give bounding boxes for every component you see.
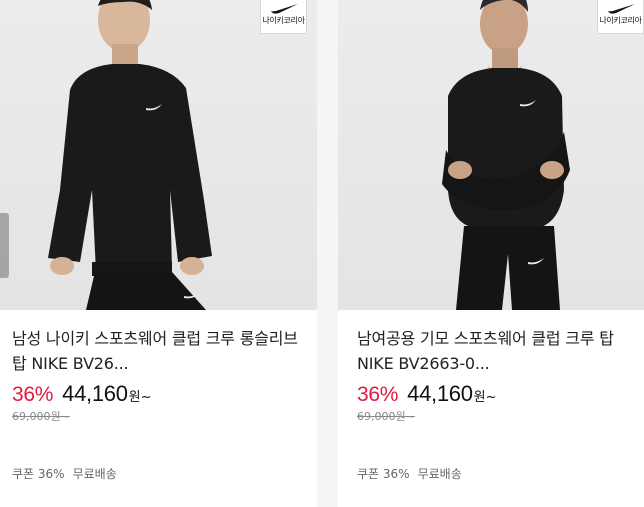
price-row: 36% 44,160 원~ xyxy=(12,381,309,407)
product-title[interactable]: 남성 나이키 스포츠웨어 클럽 크루 롱슬리브 탑 NIKE BV26... xyxy=(12,326,309,376)
price-row: 36% 44,160 원~ xyxy=(357,381,636,407)
price-unit: 원~ xyxy=(128,390,152,405)
brand-badge-label: 나이키코리아 xyxy=(262,16,305,25)
coupon-tag: 쿠폰 36% xyxy=(357,467,410,481)
product-card[interactable]: 나이키코리아 남여공용 기모 스포츠웨어 클럽 크루 탑 NIKE BV2663… xyxy=(338,0,644,507)
carousel-prev-handle[interactable] xyxy=(0,213,9,278)
product-image[interactable]: 나이키코리아 xyxy=(338,0,644,310)
discount-rate: 36% xyxy=(357,383,399,406)
coupon-tag: 쿠폰 36% xyxy=(12,467,65,481)
discount-rate: 36% xyxy=(12,383,54,406)
benefit-tags: 쿠폰 36% 무료배송 xyxy=(357,465,462,482)
brand-badge: 나이키코리아 xyxy=(260,0,307,34)
sale-price: 44,160 xyxy=(62,381,128,406)
benefit-tags: 쿠폰 36% 무료배송 xyxy=(12,465,117,482)
price-unit: 원~ xyxy=(473,390,497,405)
free-shipping-tag: 무료배송 xyxy=(72,467,117,481)
brand-badge-label: 나이키코리아 xyxy=(599,16,642,25)
model-photo xyxy=(48,0,212,310)
product-info: 남여공용 기모 스포츠웨어 클럽 크루 탑 NIKE BV2663-0... 3… xyxy=(357,326,636,424)
original-price: 69,000원~ xyxy=(12,410,70,423)
product-image[interactable]: 나이키코리아 xyxy=(0,0,317,310)
model-photo xyxy=(442,0,570,310)
original-price: 69,000원~ xyxy=(357,410,415,423)
product-info: 남성 나이키 스포츠웨어 클럽 크루 롱슬리브 탑 NIKE BV26... 3… xyxy=(12,326,309,424)
product-card[interactable]: 나이키코리아 남성 나이키 스포츠웨어 클럽 크루 롱슬리브 탑 NIKE BV… xyxy=(0,0,317,507)
free-shipping-tag: 무료배송 xyxy=(417,467,462,481)
nike-swoosh-icon xyxy=(607,4,635,14)
brand-badge: 나이키코리아 xyxy=(597,0,644,34)
nike-swoosh-icon xyxy=(270,4,298,14)
product-title[interactable]: 남여공용 기모 스포츠웨어 클럽 크루 탑 NIKE BV2663-0... xyxy=(357,326,636,376)
sale-price: 44,160 xyxy=(407,381,473,406)
